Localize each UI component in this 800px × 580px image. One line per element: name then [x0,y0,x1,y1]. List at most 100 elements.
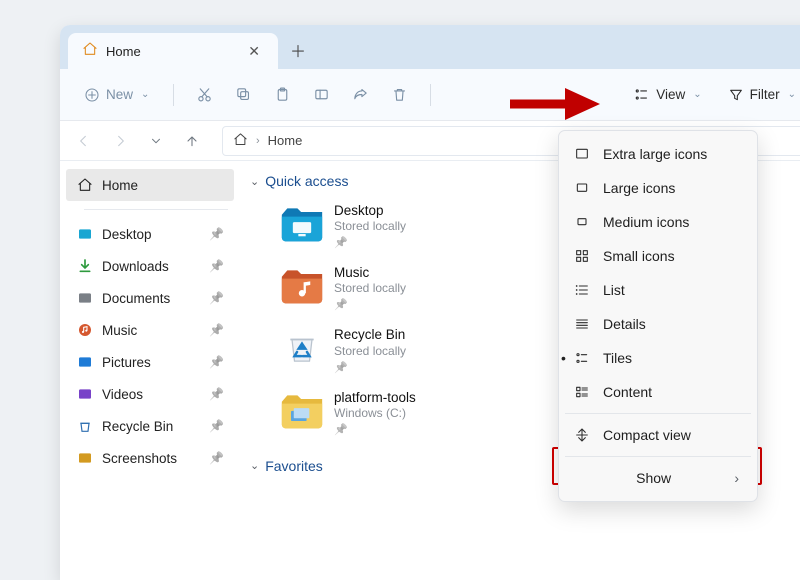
menu-extra-large-icons[interactable]: Extra large icons [563,137,753,171]
rename-button[interactable] [305,78,338,112]
sidebar-item-pictures[interactable]: Pictures 📌 [66,346,234,378]
pin-icon: 📌 [334,236,406,249]
sidebar-item-desktop[interactable]: Desktop📌 [66,218,234,250]
pin-icon: 📌 [334,423,416,436]
folder-icon [280,201,324,245]
menu-list[interactable]: List [563,273,753,307]
folder-icon [280,325,324,369]
menu-item-label: Show [585,470,722,486]
sidebar-item-label: Pictures [102,355,151,370]
menu-content[interactable]: Content [563,375,753,409]
sidebar-item-downloads[interactable]: Downloads 📌 [66,250,234,282]
home-icon [233,132,248,150]
sidebar-item-label: Recycle Bin [102,419,173,434]
tile-name: Recycle Bin [334,325,406,343]
medium-icons-icon [573,214,591,230]
menu-large-icons[interactable]: Large icons [563,171,753,205]
pin-icon: 📌 [209,451,224,465]
titlebar: Home ✕ ＋ [60,25,800,69]
pin-icon: 📌 [209,291,224,305]
filter-button-label: Filter [750,87,780,102]
toolbar: New ⌄ View ⌄ Filter [60,69,800,121]
tile-name: Music [334,263,406,281]
pin-icon: 📌 [209,387,224,401]
sidebar-item-label: Downloads [102,259,169,274]
tile-subtitle: Stored locally [334,344,406,358]
tile-recycle-bin[interactable]: Recycle BinStored locally📌 [274,321,514,377]
large-icons-icon [573,180,591,196]
sidebar-item-screenshots[interactable]: Screenshots 📌 [66,442,234,474]
music-icon [76,321,94,339]
content-icon [573,384,591,400]
chevron-right-icon: › [256,135,260,147]
new-tab-button[interactable]: ＋ [278,38,318,62]
menu-medium-icons[interactable]: Medium icons [563,205,753,239]
menu-details[interactable]: Details [563,307,753,341]
menu-show[interactable]: Show [563,461,753,495]
pin-icon: 📌 [334,298,406,311]
menu-small-icons[interactable]: Small icons [563,239,753,273]
sidebar-item-label: Videos [102,387,143,402]
new-button[interactable]: New ⌄ [74,78,159,112]
delete-button[interactable] [383,78,416,112]
pin-icon: 📌 [209,323,224,337]
sidebar-item-recycle-bin[interactable]: Recycle Bin 📌 [66,410,234,442]
sidebar-item-videos[interactable]: Videos 📌 [66,378,234,410]
copy-button[interactable] [227,78,260,112]
menu-tiles[interactable]: Tiles [563,341,753,375]
downloads-icon [76,257,94,275]
tile-name: Desktop [334,201,406,219]
pictures-icon [76,353,94,371]
sidebar-item-home[interactable]: Home [66,169,234,201]
tab-home[interactable]: Home ✕ [68,33,278,69]
menu-item-label: Small icons [603,248,675,264]
back-button[interactable] [68,125,100,157]
sidebar-item-music[interactable]: Music 📌 [66,314,234,346]
breadcrumb-current: Home [268,133,303,148]
compact-view-icon [573,427,591,443]
tile-music[interactable]: MusicStored locally 📌 [274,259,514,315]
tile-subtitle: Windows (C:) [334,406,416,420]
filter-button[interactable]: Filter ⌄ [718,78,800,112]
up-button[interactable] [176,125,208,157]
forward-button[interactable] [104,125,136,157]
tab-close-button[interactable]: ✕ [244,39,264,64]
documents-icon [76,289,94,307]
pin-icon: 📌 [209,259,224,273]
group-label: Favorites [265,458,323,474]
paste-button[interactable] [266,78,299,112]
chevron-down-icon: ⌄ [693,89,701,100]
menu-item-label: Details [603,316,646,332]
tiles-icon [573,350,591,366]
home-icon [82,41,98,62]
menu-separator [565,456,751,457]
recent-locations-button[interactable] [140,125,172,157]
sidebar-item-label: Screenshots [102,451,177,466]
menu-compact-view[interactable]: Compact view [563,418,753,452]
tile-name: platform-tools [334,388,416,406]
share-button[interactable] [344,78,377,112]
cut-button[interactable] [188,78,221,112]
tile-desktop[interactable]: DesktopStored locally 📌 [274,197,514,253]
chevron-down-icon: ⌄ [250,175,259,188]
pin-icon: 📌 [209,419,224,433]
details-icon [573,316,591,332]
sidebar-item-documents[interactable]: Documents📌 [66,282,234,314]
folder-icon [280,388,324,432]
recyclebin-icon [76,417,94,435]
pin-icon: 📌 [209,355,224,369]
tile-subtitle: Stored locally [334,281,406,295]
menu-item-label: Medium icons [603,214,689,230]
sidebar-separator [84,209,228,210]
group-label: Quick access [265,173,348,189]
tile-subtitle: Stored locally [334,219,406,233]
view-button[interactable]: View ⌄ [623,78,711,112]
chevron-down-icon: ⌄ [788,89,796,100]
toolbar-separator [173,84,174,106]
sidebar-item-label: Desktop [102,227,152,242]
home-icon [76,176,94,194]
videos-icon [76,385,94,403]
sidebar-item-label: Music [102,323,137,338]
tile-platform-tools[interactable]: platform-toolsWindows (C:) 📌 [274,384,514,440]
new-button-label: New [106,87,133,102]
